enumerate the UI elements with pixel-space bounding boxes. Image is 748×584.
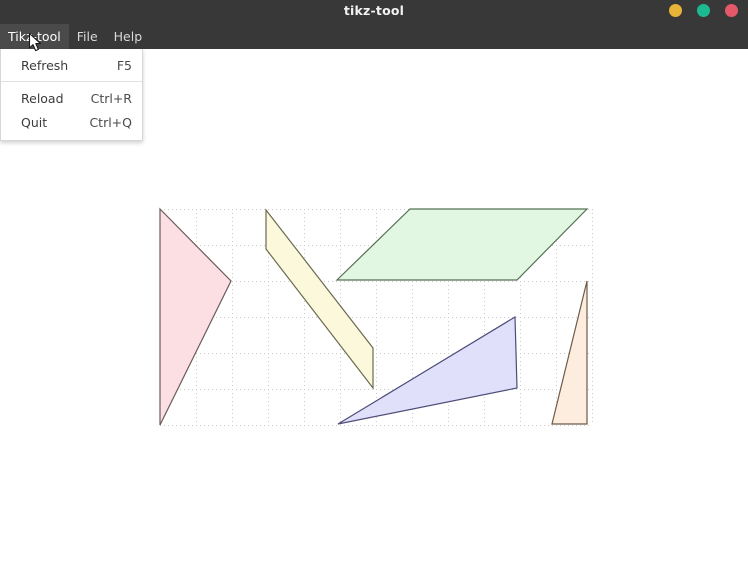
- menu-separator: [1, 81, 142, 82]
- menu-bar: Tikz-tool File Help: [0, 24, 748, 49]
- close-button[interactable]: [725, 4, 738, 17]
- app-window: tikz-tool Tikz-tool File Help Refresh F5…: [0, 0, 748, 584]
- menu-item-reload-accelerator: Ctrl+R: [90, 90, 132, 106]
- minimize-button[interactable]: [669, 4, 682, 17]
- menu-item-reload-label: Reload: [21, 90, 64, 106]
- menu-tikz-tool[interactable]: Tikz-tool: [0, 24, 69, 49]
- menu-item-refresh-accelerator: F5: [116, 57, 132, 73]
- menu-help[interactable]: Help: [106, 24, 151, 49]
- menu-item-quit[interactable]: Quit Ctrl+Q: [1, 110, 142, 134]
- window-controls: [669, 4, 738, 17]
- menu-item-reload[interactable]: Reload Ctrl+R: [1, 86, 142, 110]
- tikz-tool-dropdown-menu: Refresh F5 Reload Ctrl+R Quit Ctrl+Q: [0, 49, 143, 141]
- menu-item-quit-label: Quit: [21, 114, 48, 130]
- title-bar: tikz-tool: [0, 0, 748, 24]
- menu-item-quit-accelerator: Ctrl+Q: [89, 114, 132, 130]
- menu-file[interactable]: File: [69, 24, 106, 49]
- maximize-button[interactable]: [697, 4, 710, 17]
- window-title: tikz-tool: [343, 3, 405, 18]
- menu-item-refresh[interactable]: Refresh F5: [1, 53, 142, 77]
- menu-item-refresh-label: Refresh: [21, 57, 69, 73]
